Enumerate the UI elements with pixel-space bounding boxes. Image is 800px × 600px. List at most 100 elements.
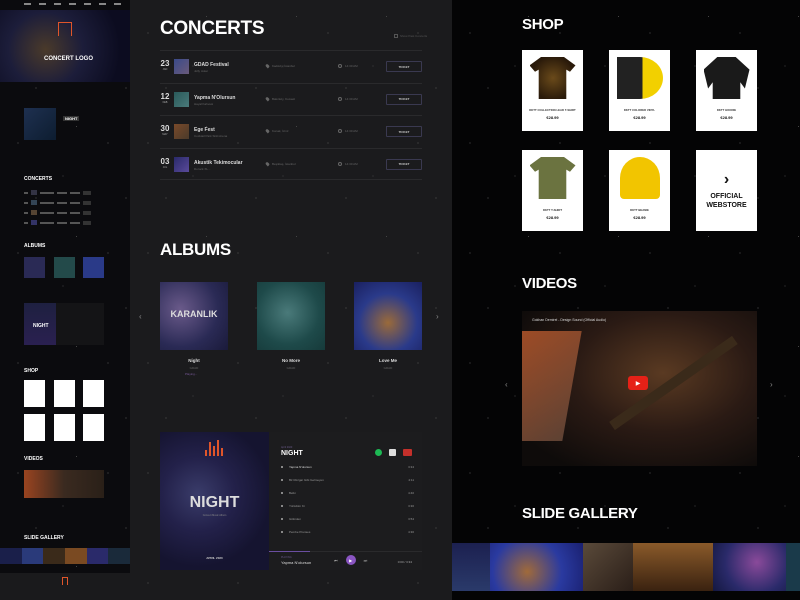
location-pin-icon — [265, 128, 270, 134]
album-card[interactable]: Love Me GDAD — [354, 282, 422, 370]
mini-nav-item[interactable] — [84, 3, 91, 5]
mini-nav-item[interactable] — [69, 3, 76, 5]
location-text: Beşiktaş, İstanbul — [272, 161, 296, 166]
concert-thumbnail — [174, 124, 189, 139]
mini-album-cover[interactable] — [54, 257, 75, 278]
albums-prev-arrow-icon[interactable]: ‹ — [139, 312, 142, 321]
gallery-slide[interactable] — [490, 543, 583, 591]
past-concerts-toggle[interactable]: Show Past Concerts — [394, 34, 427, 38]
mini-nav-item[interactable] — [24, 3, 31, 5]
ticket-button[interactable]: TICKET — [386, 126, 422, 137]
mini-shop-item[interactable] — [24, 414, 45, 441]
concert-venue: Jolly Joker — [194, 69, 209, 73]
album-artist: GDAD — [286, 366, 296, 370]
ticket-button[interactable]: TICKET — [386, 158, 422, 170]
track-duration: 3:34 — [408, 465, 414, 469]
current-time: 0:00 — [397, 560, 404, 564]
clock-icon — [338, 64, 342, 68]
mini-shop-item[interactable] — [83, 380, 104, 407]
mini-nav-item[interactable] — [39, 3, 46, 5]
album-artist: GDAD — [189, 366, 199, 370]
concert-name: GDAD Festival — [194, 62, 229, 68]
mini-video[interactable] — [24, 470, 104, 498]
shop-item[interactable]: DKTT COLORED VINYL €28.99 — [609, 50, 670, 131]
youtube-icon[interactable] — [403, 449, 412, 456]
slide-gallery — [452, 543, 800, 591]
product-name: DKTT COLLECTION LEAD T-SHIRT — [529, 108, 576, 112]
concert-date: 30 MAY — [160, 125, 170, 137]
spotify-icon[interactable] — [375, 449, 382, 456]
player-release-date: APRIL 2020 — [206, 556, 223, 560]
track-bullet-icon — [281, 479, 283, 481]
mini-shop-item[interactable] — [24, 380, 45, 407]
mini-album-cover[interactable] — [83, 257, 104, 278]
track-item[interactable]: Yürüdüm Ki 3:30 — [281, 501, 414, 514]
concert-name: Akustik Tekimocular — [194, 159, 243, 166]
itunes-icon[interactable] — [389, 449, 396, 456]
gallery-slide[interactable] — [633, 543, 713, 591]
shop-item[interactable]: DKTT COLLECTION LEAD T-SHIRT €28.99 — [522, 50, 583, 131]
shop-item[interactable]: DKTT T-SHIRT €28.99 — [522, 150, 583, 231]
progress-bar[interactable] — [269, 551, 422, 552]
gallery-slide[interactable] — [786, 543, 800, 591]
mini-nav-item[interactable] — [114, 3, 121, 5]
previous-track-icon[interactable]: ⏮ — [334, 558, 338, 563]
time-text: 14:30 AM — [345, 161, 358, 166]
shop-item[interactable]: DKTT BEANIE €28.99 — [609, 150, 670, 231]
playback-controls: ⏮ ▶ ⏭ — [334, 555, 367, 565]
video-player[interactable]: Gokhan Demirel - Design Sound (Official … — [522, 311, 757, 466]
shop-item[interactable]: DKTT HOODIE €28.99 — [696, 50, 757, 131]
mini-hero: CONCERT LOGO — [0, 10, 130, 82]
album-card[interactable]: KARANLIK Night GDAD Playing... — [160, 282, 228, 376]
ticket-button[interactable]: TICKET — [386, 93, 422, 105]
track-item[interactable]: Belki 4:40 — [281, 488, 414, 501]
mini-shop-item[interactable] — [54, 414, 75, 441]
concert-day: 12 — [160, 91, 170, 101]
track-duration: 3:54 — [408, 517, 414, 521]
concert-time: 14:30 AM — [338, 96, 358, 101]
gallery-slide[interactable] — [583, 543, 633, 591]
concert-row: 03 JUL Akustik Tekimocular Dorock XL... B… — [160, 147, 422, 180]
videos-prev-arrow-icon[interactable]: ‹ — [505, 380, 508, 389]
concert-thumbnail — [174, 91, 189, 107]
track-name: Bir Rüzgar Gibi Gelmeyen — [289, 478, 324, 482]
concert-date: 03 JUL — [160, 156, 170, 170]
mini-shop-store-link[interactable] — [83, 414, 104, 441]
location-pin-icon — [265, 96, 270, 101]
track-item[interactable]: Bir Rüzgar Gibi Gelmeyen 4:11 — [281, 475, 414, 488]
checkbox-icon[interactable] — [394, 34, 398, 38]
mini-shop-item[interactable] — [54, 380, 75, 407]
mini-nav-item[interactable] — [99, 3, 106, 5]
mini-concert-row — [24, 190, 104, 195]
album-name: Night — [188, 358, 200, 363]
official-webstore-link[interactable]: › OFFICIAL WEBSTORE — [696, 150, 757, 231]
mini-concert-row — [24, 220, 104, 225]
product-price: €28.99 — [633, 115, 646, 120]
album-cover[interactable] — [257, 282, 325, 350]
page-overview-column: CONCERT LOGO NIGHT CONCERTS ALBUMS NIGHT… — [0, 0, 130, 600]
albums-next-arrow-icon[interactable]: › — [436, 312, 439, 321]
mini-nav-item[interactable] — [54, 3, 61, 5]
concert-day: 03 — [160, 156, 170, 166]
gallery-slide[interactable] — [713, 543, 786, 591]
youtube-play-button[interactable]: ▶ — [628, 376, 648, 390]
gallery-slide[interactable] — [452, 543, 490, 591]
vinyl-image — [616, 57, 663, 99]
track-item[interactable]: Gittinden 3:54 — [281, 514, 414, 527]
concert-list: 23 JAN GDAD Festival Jolly Joker Kadıköy,… — [160, 50, 422, 180]
videos-next-arrow-icon[interactable]: › — [770, 380, 773, 389]
album-cover[interactable] — [354, 282, 422, 350]
video-frame-decoration — [522, 331, 582, 441]
play-button[interactable]: ▶ — [345, 555, 356, 565]
album-card[interactable]: No More GDAD — [257, 282, 325, 370]
concert-month: JAN — [162, 68, 168, 71]
mini-album-cover[interactable] — [24, 257, 45, 278]
track-item[interactable]: Pembe Prenses 4:30 — [281, 527, 414, 540]
next-track-icon[interactable]: ⏭ — [364, 558, 368, 563]
ticket-button[interactable]: TICKET — [386, 61, 422, 72]
location-text: Kadıköy, İstanbul — [272, 64, 295, 68]
album-cover[interactable]: KARANLIK — [160, 282, 228, 350]
mini-concert-row — [24, 200, 104, 205]
track-bullet-icon — [281, 466, 283, 468]
track-item[interactable]: Yapma N'olursun 3:34 — [281, 462, 414, 475]
